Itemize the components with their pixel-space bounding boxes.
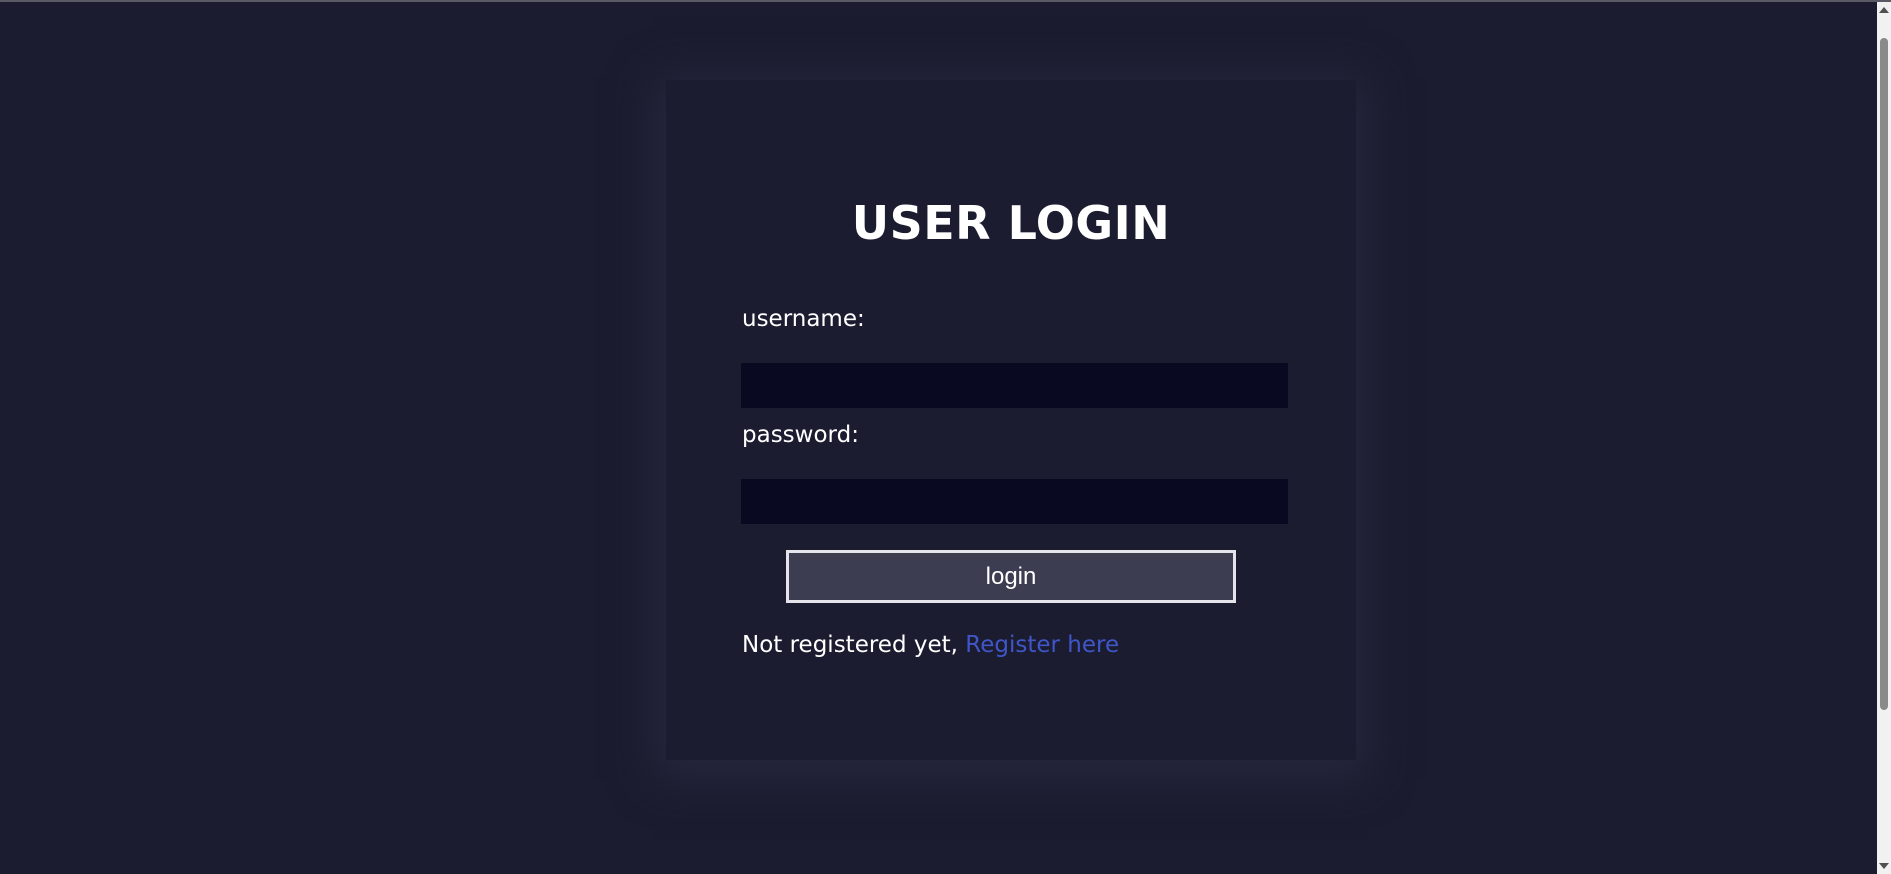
scroll-up-button[interactable]	[1877, 2, 1891, 18]
username-label: username:	[742, 306, 865, 332]
register-prompt: Not registered yet, Register here	[742, 632, 1119, 658]
username-input[interactable]	[741, 363, 1288, 408]
page-title: USER LOGIN	[851, 196, 1171, 250]
chevron-up-icon	[1879, 7, 1889, 13]
scroll-down-button[interactable]	[1877, 858, 1891, 874]
vertical-scrollbar[interactable]	[1877, 2, 1891, 874]
register-prompt-text: Not registered yet,	[742, 632, 966, 658]
chevron-down-icon	[1879, 863, 1889, 869]
password-input[interactable]	[741, 479, 1288, 524]
page-viewport: USER LOGIN username: password: login Not…	[0, 2, 1877, 874]
register-link[interactable]: Register here	[965, 632, 1119, 658]
scrollbar-thumb[interactable]	[1880, 38, 1888, 710]
login-button[interactable]: login	[786, 550, 1236, 603]
login-card: USER LOGIN username: password: login Not…	[666, 80, 1356, 760]
password-label: password:	[742, 422, 859, 448]
